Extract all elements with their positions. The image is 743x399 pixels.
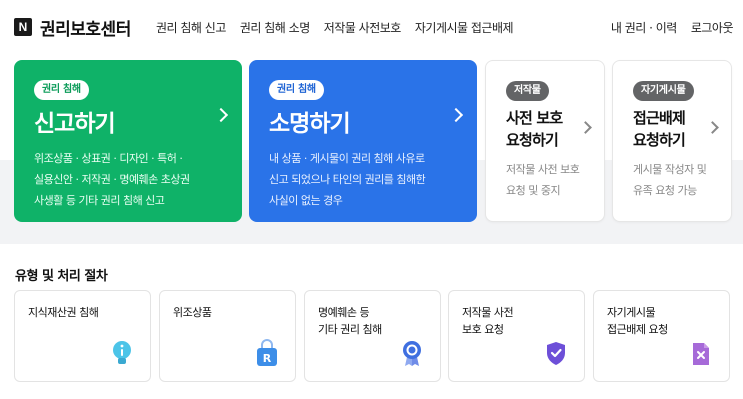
type-card-counterfeit[interactable]: 위조상품 R — [159, 290, 296, 382]
type-label: 위조상품 — [173, 306, 212, 319]
medal-icon — [403, 341, 421, 366]
type-label: 저작물 사전 보호 요청 — [462, 306, 514, 336]
my-rights-link[interactable]: 내 권리 · 이력 — [611, 19, 677, 36]
type-label: 지식재산권 침해 — [28, 306, 99, 319]
type-card-preprotect[interactable]: 저작물 사전 보호 요청 — [448, 290, 585, 382]
type-label: 명예훼손 등 기타 권리 침해 — [318, 306, 382, 336]
type-label: 자기게시물 접근배제 요청 — [607, 306, 668, 336]
type-card-ip[interactable]: 지식재산권 침해 — [14, 290, 151, 382]
nav-report[interactable]: 권리 침해 신고 — [156, 19, 226, 36]
brand-title[interactable]: 권리보호센터 — [40, 15, 131, 40]
preprotect-title: 사전 보호 요청하기 — [506, 109, 563, 149]
exclude-card[interactable]: 자기게시물 접근배제 요청하기 게시물 작성자 및 유족 요청 가능 — [612, 60, 732, 222]
explain-desc: 내 상품 · 게시물이 권리 침해 사유로 신고 되었으나 타인의 권리를 침해… — [269, 152, 426, 207]
nav-exclude[interactable]: 자기게시물 접근배제 — [415, 19, 514, 36]
shopping-bag-r-icon: R — [257, 339, 277, 366]
section-title: 유형 및 처리 절차 — [15, 269, 108, 284]
naver-logo-icon[interactable]: N — [14, 18, 32, 36]
type-card-defamation[interactable]: 명예훼손 등 기타 권리 침해 — [304, 290, 441, 382]
logout-link[interactable]: 로그아웃 — [691, 19, 734, 36]
header: N 권리보호센터 권리 침해 신고 권리 침해 소명 저작물 사전보호 자기게시… — [0, 0, 743, 54]
preprotect-desc: 저작물 사전 보호 요청 및 중지 — [506, 163, 580, 197]
explain-badge: 권리 침해 — [269, 80, 324, 100]
type-card-exclude[interactable]: 자기게시물 접근배제 요청 — [593, 290, 730, 382]
lightbulb-icon — [113, 341, 131, 364]
exclude-badge: 자기게시물 — [633, 81, 694, 101]
report-card[interactable]: 권리 침해 신고하기 위조상품 · 상표권 · 디자인 · 특허 · 실용신안 … — [14, 60, 242, 222]
explain-card[interactable]: 권리 침해 소명하기 내 상품 · 게시물이 권리 침해 사유로 신고 되었으나… — [249, 60, 477, 222]
report-badge: 권리 침해 — [34, 80, 89, 100]
chevron-right-icon — [579, 121, 592, 134]
main-nav: 권리 침해 신고 권리 침해 소명 저작물 사전보호 자기게시물 접근배제 — [156, 19, 514, 36]
shield-check-icon — [547, 342, 565, 365]
util-nav: 내 권리 · 이력 로그아웃 — [611, 19, 734, 36]
report-title: 신고하기 — [34, 111, 116, 137]
nav-explain[interactable]: 권리 침해 소명 — [240, 19, 310, 36]
document-x-icon — [693, 343, 709, 365]
chevron-right-icon — [213, 107, 229, 123]
explain-title: 소명하기 — [269, 111, 351, 137]
svg-text:R: R — [263, 352, 272, 365]
chevron-right-icon — [448, 107, 464, 123]
exclude-title: 접근배제 요청하기 — [633, 109, 686, 149]
preprotect-card[interactable]: 저작물 사전 보호 요청하기 저작물 사전 보호 요청 및 중지 — [485, 60, 605, 222]
exclude-desc: 게시물 작성자 및 유족 요청 가능 — [633, 163, 707, 197]
report-desc: 위조상품 · 상표권 · 디자인 · 특허 · 실용신안 · 저작권 · 명예훼… — [34, 152, 190, 207]
nav-preprotect[interactable]: 저작물 사전보호 — [324, 19, 402, 36]
chevron-right-icon — [706, 121, 719, 134]
preprotect-badge: 저작물 — [506, 81, 549, 101]
